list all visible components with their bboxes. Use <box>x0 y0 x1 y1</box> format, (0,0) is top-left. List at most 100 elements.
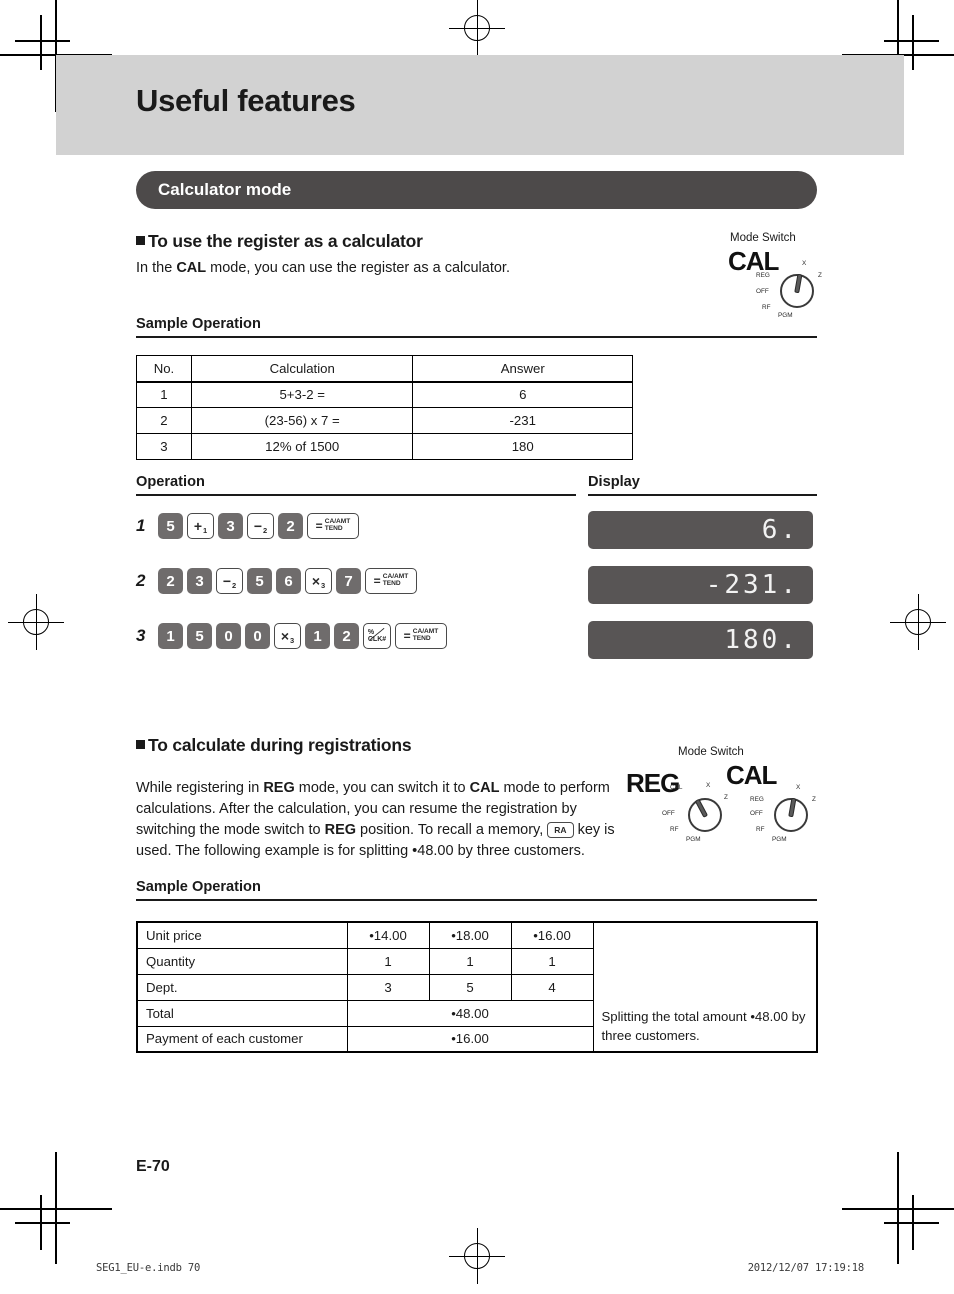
key-2[interactable]: 2 <box>334 623 359 649</box>
key-ca-amt-tend[interactable]: = CA/AMT TEND <box>395 623 447 649</box>
key-5[interactable]: 5 <box>187 623 212 649</box>
step-number: 2 <box>136 571 146 590</box>
th-no: No. <box>136 355 192 383</box>
note-cell-spacer <box>592 921 818 1000</box>
key-multiply[interactable]: × 3 <box>274 623 301 649</box>
cell-calculation: (23-56) x 7 = <box>190 407 414 434</box>
key-0[interactable]: 0 <box>245 623 270 649</box>
table-row: 3 12% of 1500 180 <box>136 433 633 460</box>
cell-unit-price-1: •14.00 <box>346 921 430 949</box>
para-bold-reg-1: REG <box>263 780 295 796</box>
th-calculation: Calculation <box>190 355 414 383</box>
row-label-quantity: Quantity <box>136 947 348 975</box>
key-1[interactable]: 1 <box>158 623 183 649</box>
registration-mark-top <box>449 0 505 56</box>
key-bottom-label: TEND <box>382 580 401 587</box>
table-row: Total •48.00 Splitting the total amount … <box>136 999 818 1053</box>
key-3[interactable]: 3 <box>187 568 212 594</box>
cell-dept-3: 4 <box>510 973 594 1001</box>
key-multiply[interactable]: × 3 <box>305 568 332 594</box>
subheading-2-label: To calculate during registrations <box>148 735 412 755</box>
dial-label-off: OFF <box>756 288 769 295</box>
key-plus[interactable]: +1 <box>187 513 214 539</box>
key-5[interactable]: 5 <box>158 513 183 539</box>
page-number: E-70 <box>136 1158 170 1175</box>
page-title: Useful features <box>136 83 356 118</box>
key-0[interactable]: 0 <box>216 623 241 649</box>
cell-calculation: 12% of 1500 <box>190 433 414 460</box>
page-banner: Useful features <box>56 55 904 155</box>
table-row: Unit price •14.00 •18.00 •16.00 <box>136 921 818 1000</box>
subheading-use-register-as-calculator: To use the register as a calculator <box>136 231 423 252</box>
table-row: 1 5+3-2 = 6 <box>136 381 633 408</box>
sample-operation-label-2: Sample Operation <box>136 879 261 895</box>
key-percent-clk[interactable]: % CLK# <box>363 623 391 649</box>
crop-mark-bl-h2 <box>15 1222 70 1224</box>
key-minus[interactable]: −2 <box>216 568 243 594</box>
mode-switch-big-label: CAL <box>728 246 779 276</box>
key-sub: 2 <box>232 580 237 590</box>
key-equals-glyph: = <box>403 629 411 643</box>
key-5[interactable]: 5 <box>247 568 272 594</box>
sample-operation-label-1: Sample Operation <box>136 316 261 332</box>
key-top-label: % <box>367 629 375 636</box>
key-sub: 2 <box>263 525 268 535</box>
cell-total-value: •48.00 <box>346 999 594 1027</box>
intro-pre: In the <box>136 260 177 276</box>
key-7[interactable]: 7 <box>336 568 361 594</box>
para-bold-reg-2: REG <box>324 822 357 838</box>
print-footer-left: SEG1_EU-e.indb 70 <box>96 1262 201 1274</box>
key-bottom-label: TEND <box>324 525 343 532</box>
intro-post: mode, you can use the register as a calc… <box>206 260 510 276</box>
cell-calculation: 5+3-2 = <box>190 381 414 408</box>
key-ca-amt-tend[interactable]: = CA/AMT TEND <box>365 568 417 594</box>
dial2-label-rf: RF <box>670 826 679 833</box>
cell-no: 2 <box>136 407 192 434</box>
dial-label-rf: RF <box>762 304 771 311</box>
mode-switch-knob-cal <box>788 797 797 818</box>
dial2-label-cal: CAL <box>670 784 683 791</box>
display-column-label: Display <box>588 474 640 490</box>
para-p2: mode, you can switch it to <box>294 780 470 796</box>
key-equals-glyph: = <box>373 574 381 588</box>
dial3-label-x: X <box>796 784 801 791</box>
dial3-label-z: Z <box>812 796 816 803</box>
crop-mark-tl-v2 <box>40 15 42 70</box>
display-panel-2: -231. <box>588 566 813 604</box>
operation-column-label: Operation <box>136 474 205 490</box>
dial2-label-z: Z <box>724 794 728 801</box>
key-bottom-label: CLK# <box>367 636 387 643</box>
para-p4: position. To recall a memory, <box>356 822 548 838</box>
cell-dept-2: 5 <box>428 973 512 1001</box>
cell-dept-1: 3 <box>346 973 430 1001</box>
registration-paragraph: While registering in REG mode, you can s… <box>136 778 616 862</box>
step-number: 1 <box>136 516 146 535</box>
print-footer-right: 2012/12/07 17:19:18 <box>747 1262 865 1274</box>
mode-switch-knob <box>794 273 803 294</box>
crop-mark-tl-h2 <box>15 40 70 42</box>
key-2[interactable]: 2 <box>158 568 183 594</box>
dial2-label-x: X <box>706 782 711 789</box>
sample-operation-rule-1 <box>136 336 817 339</box>
mode-switch-title: Mode Switch <box>730 232 796 244</box>
crop-mark-br-v <box>897 1152 899 1264</box>
cell-unit-price-3: •16.00 <box>510 921 594 949</box>
bullet-square-icon <box>136 236 145 245</box>
mode-switch-big-label-cal: CAL <box>726 760 777 790</box>
key-list: 1 5 0 0 × 3 1 2 % CLK# = CA/AMT TEND <box>158 623 447 649</box>
table-row: 2 (23-56) x 7 = -231 <box>136 407 633 434</box>
key-3[interactable]: 3 <box>218 513 243 539</box>
cell-answer: -231 <box>412 407 633 434</box>
key-minus[interactable]: −2 <box>247 513 274 539</box>
key-1[interactable]: 1 <box>305 623 330 649</box>
key-2[interactable]: 2 <box>278 513 303 539</box>
key-equals-glyph: = <box>315 519 323 533</box>
key-bottom-label: TEND <box>412 635 431 642</box>
dial2-label-pgm: PGM <box>686 836 701 843</box>
display-panel-3: 180. <box>588 621 813 659</box>
dial-label-pgm: PGM <box>778 312 793 319</box>
key-ra[interactable]: RA <box>547 822 574 838</box>
split-note: Splitting the total amount •48.00 by thr… <box>592 1000 818 1053</box>
key-6[interactable]: 6 <box>276 568 301 594</box>
key-ca-amt-tend[interactable]: = CA/AMT TEND <box>307 513 359 539</box>
